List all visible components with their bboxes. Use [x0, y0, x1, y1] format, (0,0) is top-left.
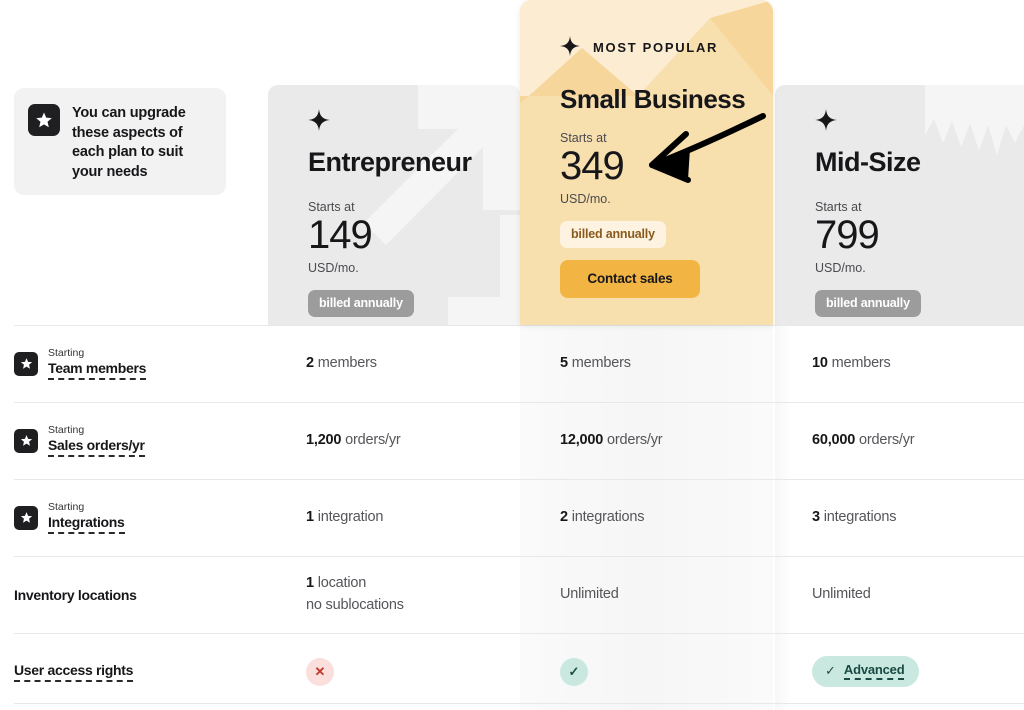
- plan-price: 799: [815, 215, 1024, 256]
- plan-card-mid-size[interactable]: Mid-Size Starts at 799 USD/mo. billed an…: [775, 85, 1024, 325]
- pricing-comparison-page: Entrepreneur Starts at 149 USD/mo. bille…: [0, 0, 1024, 710]
- feature-value-small-business: 2 integrations: [560, 479, 774, 556]
- table-row: Inventory locations 1 location no subloc…: [0, 556, 1024, 633]
- feature-value-mid-size: 60,000 orders/yr: [812, 402, 1024, 479]
- table-row: Starting Integrations 1 integration 2 in…: [0, 479, 1024, 556]
- feature-value-mid-size: 3 integrations: [812, 479, 1024, 556]
- feature-value-entrepreneur: 1,200 orders/yr: [306, 402, 520, 479]
- feature-kicker: Starting: [48, 347, 146, 360]
- feature-label-cell: Starting Sales orders/yr: [14, 402, 290, 479]
- value-unit: Unlimited: [812, 586, 871, 602]
- plan-currency: USD/mo.: [815, 261, 1024, 275]
- upgrade-note-text: You can upgrade these aspects of each pl…: [72, 104, 212, 179]
- plan-currency: USD/mo.: [308, 261, 520, 275]
- value-number: 1,200: [306, 432, 341, 448]
- plan-currency: USD/mo.: [560, 192, 773, 206]
- feature-value-entrepreneur: 1 integration: [306, 479, 520, 556]
- feature-kicker: Starting: [48, 424, 145, 437]
- billing-badge: billed annually: [308, 290, 414, 317]
- starts-at-label: Starts at: [815, 200, 1024, 214]
- plan-card-entrepreneur[interactable]: Entrepreneur Starts at 149 USD/mo. bille…: [268, 85, 520, 325]
- value-number: 12,000: [560, 432, 603, 448]
- feature-value-mid-size: Unlimited: [812, 556, 1024, 633]
- check-icon: ✓: [825, 663, 836, 679]
- cross-icon: ✕: [306, 658, 334, 686]
- value-unit: Unlimited: [560, 586, 619, 602]
- most-popular-banner: MOST POPULAR: [560, 36, 773, 58]
- advanced-badge[interactable]: ✓ Advanced: [812, 656, 919, 687]
- feature-value-entrepreneur: 1 location no sublocations: [306, 556, 520, 633]
- value-number: 2: [560, 509, 568, 525]
- feature-value-small-business: 12,000 orders/yr: [560, 402, 774, 479]
- feature-name: Inventory locations: [14, 587, 137, 603]
- table-row: User access rights ✕ ✓ ✓ Advanced: [0, 633, 1024, 710]
- value-unit: integrations: [572, 509, 645, 525]
- value-number: 1: [306, 509, 314, 525]
- value-number: 2: [306, 355, 314, 371]
- value-unit: integration: [318, 509, 384, 525]
- star-icon: [28, 104, 60, 136]
- plan-card-small-business[interactable]: MOST POPULAR Small Business Starts at 34…: [520, 0, 773, 325]
- billing-badge: billed annually: [815, 290, 921, 317]
- plan-name: Entrepreneur: [308, 147, 520, 178]
- feature-label-cell: Starting Integrations: [14, 479, 290, 556]
- feature-table: Starting Team members 2 members 5 member…: [0, 325, 1024, 710]
- value-number: 5: [560, 355, 568, 371]
- most-popular-label: MOST POPULAR: [593, 40, 718, 55]
- feature-value-mid-size: ✓ Advanced: [812, 633, 1024, 710]
- table-row: Starting Team members 2 members 5 member…: [0, 325, 1024, 402]
- billing-badge: billed annually: [560, 221, 666, 248]
- starts-at-label: Starts at: [560, 131, 773, 145]
- value-unit: orders/yr: [345, 432, 400, 448]
- star-icon: [14, 429, 38, 453]
- upgrade-note: You can upgrade these aspects of each pl…: [14, 88, 226, 195]
- contact-sales-button[interactable]: Contact sales: [560, 260, 700, 298]
- value-unit: integrations: [824, 509, 897, 525]
- feature-value-small-business: ✓: [560, 633, 774, 710]
- star-icon: [14, 506, 38, 530]
- feature-name[interactable]: Integrations: [48, 514, 125, 534]
- feature-name[interactable]: Team members: [48, 360, 146, 380]
- plan-name: Mid-Size: [815, 147, 1024, 178]
- sparkle-icon: [560, 36, 582, 58]
- feature-label-cell: Starting Team members: [14, 325, 290, 402]
- star-icon: [14, 352, 38, 376]
- feature-label-cell: User access rights: [14, 633, 290, 710]
- value-unit: members: [832, 355, 891, 371]
- feature-name[interactable]: User access rights: [14, 662, 133, 682]
- sparkle-icon: [308, 109, 330, 131]
- value-number: 1: [306, 575, 314, 591]
- feature-value-mid-size: 10 members: [812, 325, 1024, 402]
- value-unit: orders/yr: [859, 432, 914, 448]
- value-number: 3: [812, 509, 820, 525]
- table-row: Starting Sales orders/yr 1,200 orders/yr…: [0, 402, 1024, 479]
- starts-at-label: Starts at: [308, 200, 520, 214]
- feature-value-entrepreneur: 2 members: [306, 325, 520, 402]
- value-subtext: no sublocations: [306, 595, 404, 617]
- feature-value-small-business: 5 members: [560, 325, 774, 402]
- feature-value-small-business: Unlimited: [560, 556, 774, 633]
- feature-name[interactable]: Sales orders/yr: [48, 437, 145, 457]
- value-unit: members: [572, 355, 631, 371]
- feature-kicker: Starting: [48, 501, 125, 514]
- value-unit: location: [318, 575, 366, 591]
- plan-name: Small Business: [560, 84, 773, 115]
- value-number: 60,000: [812, 432, 855, 448]
- feature-value-entrepreneur: ✕: [306, 633, 520, 710]
- feature-label-cell: Inventory locations: [14, 556, 290, 633]
- check-icon: ✓: [560, 658, 588, 686]
- plan-price: 149: [308, 215, 520, 256]
- advanced-label: Advanced: [844, 662, 905, 680]
- plan-price: 349: [560, 146, 773, 187]
- value-unit: members: [318, 355, 377, 371]
- sparkle-icon: [815, 109, 837, 131]
- value-unit: orders/yr: [607, 432, 662, 448]
- value-number: 10: [812, 355, 828, 371]
